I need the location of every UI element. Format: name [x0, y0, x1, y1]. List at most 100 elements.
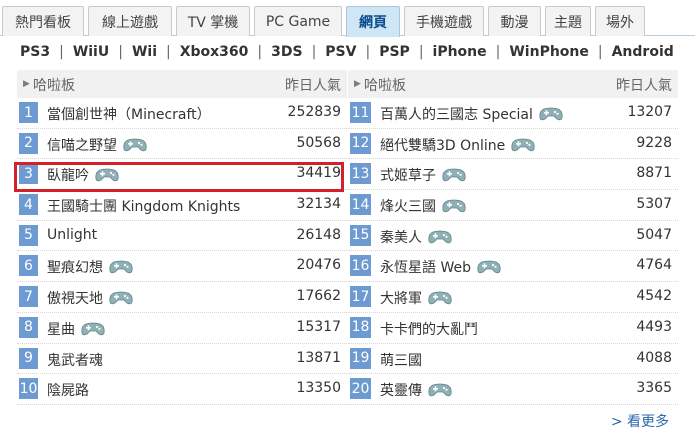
board-link[interactable]: 烽火三國	[380, 196, 466, 216]
board-link[interactable]: 臥龍吟	[47, 165, 119, 185]
board-link[interactable]: 卡卡們的大亂鬥	[380, 319, 478, 339]
ranking-row: 9 鬼武者魂 13871	[17, 344, 347, 375]
board-link[interactable]: 傲視天地	[47, 288, 133, 308]
board-name: 式姬草子	[380, 168, 436, 185]
board-link[interactable]: 絕代雙驕3D Online	[380, 135, 535, 155]
board-link[interactable]: 英靈傳	[380, 380, 452, 400]
ranking-row: 8 星曲 15317	[17, 313, 347, 344]
platform-iphone[interactable]: iPhone	[433, 44, 487, 60]
board-link[interactable]: 當個創世神（Minecraft）	[47, 104, 211, 124]
tab-pc-game[interactable]: PC Game	[254, 6, 342, 36]
ranking-row: 18 卡卡們的大亂鬥 4493	[348, 313, 678, 344]
ranking-row: 4 王國騎士團 Kingdom Knights 32134	[17, 190, 347, 221]
separator: |	[495, 44, 501, 60]
board-name: 卡卡們的大亂鬥	[380, 321, 478, 338]
tab-tv-handheld[interactable]: TV 掌機	[176, 6, 250, 36]
popularity-count: 5307	[636, 196, 672, 213]
popularity-count: 4542	[636, 288, 672, 305]
rank-badge: 9	[19, 347, 38, 369]
rank-badge: 5	[19, 224, 38, 246]
rank-badge: 16	[350, 255, 371, 277]
board-link[interactable]: 大將軍	[380, 288, 452, 308]
board-name: 鬼武者魂	[47, 352, 103, 369]
platform-psp[interactable]: PSP	[379, 44, 410, 60]
board-name: 永恆星語 Web	[380, 260, 471, 277]
board-link[interactable]: 星曲	[47, 319, 105, 339]
ranking-row: 17 大將軍 4542	[348, 282, 678, 313]
rank-badge: 4	[19, 194, 38, 216]
board-link[interactable]: 百萬人的三國志 Special	[380, 104, 563, 124]
board-link[interactable]: Unlight	[47, 227, 97, 243]
separator: |	[118, 44, 123, 60]
tab-topics[interactable]: 主題	[545, 6, 591, 36]
ranking-row: 12 絕代雙驕3D Online 9228	[348, 129, 678, 160]
rank-badge: 2	[19, 132, 38, 154]
tab-offtopic[interactable]: 場外	[595, 6, 645, 36]
board-name: 陰屍路	[47, 383, 89, 400]
board-name: 王國騎士團 Kingdom Knights	[47, 199, 241, 216]
board-name: 英靈傳	[380, 383, 422, 400]
platform-wii[interactable]: Wii	[132, 44, 157, 60]
tab-hot-boards[interactable]: 熱門看板	[2, 6, 84, 36]
separator: |	[257, 44, 263, 60]
board-name: 烽火三國	[380, 199, 436, 216]
board-name: 當個創世神（Minecraft）	[47, 107, 211, 123]
popularity-count: 13207	[627, 104, 672, 120]
popularity-count: 4493	[636, 318, 672, 335]
board-link[interactable]: 陰屍路	[47, 380, 89, 400]
tab-online-games[interactable]: 線上遊戲	[88, 6, 172, 36]
board-link[interactable]: 永恆星語 Web	[380, 257, 501, 277]
rank-badge: 8	[19, 316, 38, 338]
rank-badge: 1	[19, 102, 38, 123]
platform-3ds[interactable]: 3DS	[271, 44, 302, 60]
arrow-icon: ▶	[354, 79, 361, 89]
popularity-count: 13871	[296, 349, 341, 366]
ranking-row: 13 式姬草子 8871	[348, 159, 678, 191]
board-link[interactable]: 聖痕幻想	[47, 257, 133, 277]
board-name: 信喵之野望	[47, 137, 117, 154]
column-header: ▶ 哈啦板 昨日人氣	[348, 70, 678, 98]
board-link[interactable]: 王國騎士團 Kingdom Knights	[47, 196, 240, 216]
board-link[interactable]: 萌三國	[380, 350, 422, 370]
board-link[interactable]: 信喵之野望	[47, 135, 147, 155]
ranking-row: 7 傲視天地 17662	[17, 282, 347, 313]
rank-badge: 10	[19, 378, 38, 400]
board-link[interactable]: 秦美人	[380, 227, 452, 247]
gamepad-icon	[428, 291, 452, 305]
header-board-label: 哈啦板	[364, 78, 406, 94]
rank-badge: 12	[350, 132, 371, 154]
popularity-count: 9228	[636, 134, 672, 151]
platform-ps3[interactable]: PS3	[20, 44, 50, 60]
board-name: 大將軍	[380, 291, 422, 308]
rank-badge: 11	[350, 102, 371, 123]
gamepad-icon	[428, 230, 452, 244]
header-popularity-label: 昨日人氣	[285, 78, 341, 94]
arrow-icon: ▶	[23, 79, 30, 89]
platform-android[interactable]: Android	[612, 44, 674, 60]
ranking-row: 3 臥龍吟 34419	[17, 159, 347, 191]
tab-anime[interactable]: 動漫	[488, 6, 541, 36]
board-name: 萌三國	[380, 352, 422, 369]
tab-mobile-games[interactable]: 手機遊戲	[404, 6, 484, 36]
see-more-link[interactable]: > 看更多	[611, 411, 669, 431]
header-board-label: 哈啦板	[33, 78, 75, 94]
separator: |	[59, 44, 64, 60]
platform-xbox360[interactable]: Xbox360	[180, 44, 249, 60]
tab-web-games[interactable]: 網頁	[346, 6, 400, 37]
popularity-count: 252839	[287, 104, 341, 120]
gamepad-icon	[511, 138, 535, 152]
rank-badge: 19	[350, 347, 371, 369]
popularity-count: 13350	[296, 380, 341, 397]
popularity-count: 20476	[296, 257, 341, 274]
ranking-row: 10 陰屍路 13350	[17, 374, 347, 405]
rank-badge: 15	[350, 224, 371, 246]
gamepad-icon	[109, 291, 133, 305]
platform-wiiu[interactable]: WiiU	[73, 44, 109, 60]
platform-psv[interactable]: PSV	[325, 44, 356, 60]
platform-winphone[interactable]: WinPhone	[509, 44, 589, 60]
rank-badge: 3	[19, 163, 38, 185]
board-link[interactable]: 式姬草子	[380, 165, 466, 185]
board-link[interactable]: 鬼武者魂	[47, 350, 103, 370]
gamepad-icon	[81, 322, 105, 336]
ranking-row: 5 Unlight 26148	[17, 221, 347, 252]
